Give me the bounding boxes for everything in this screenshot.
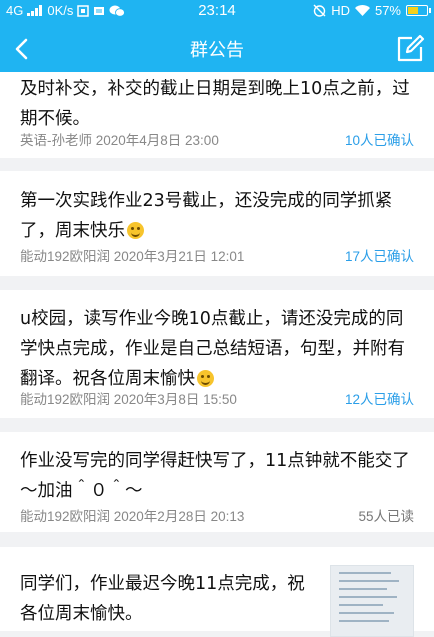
notice-text: 同学们，作业最迟今晚11点完成，祝各位周末愉快。	[20, 574, 305, 624]
grin-emoji-icon	[197, 370, 214, 387]
notice-text-wrap: 第一次实践作业23号截止，还没完成的同学抓紧了，周末快乐	[20, 186, 414, 246]
notice-author-time: 能动192欧阳润 2020年3月8日 15:50	[20, 392, 237, 407]
notice-text: 第一次实践作业23号截止，还没完成的同学抓紧了，周末快乐	[20, 191, 393, 241]
status-bar: 4G 0K/s 23:14 HD 57%	[0, 0, 434, 24]
notice-author-time: 能动192欧阳润 2020年3月21日 12:01	[20, 249, 245, 264]
smile-emoji-icon	[127, 222, 144, 239]
wifi-icon	[354, 5, 370, 16]
notice-text: 作业没写完的同学得赶快写了，11点钟就不能交了～加油＾０＾～	[20, 451, 410, 501]
notice-text-wrap: u校园，读写作业今晚10点截止，请还没完成的同学快点完成，作业是自己总结短语，句…	[20, 304, 414, 394]
alarm-icon	[313, 4, 326, 17]
notice-item[interactable]: 同学们，作业最迟今晚11点完成，祝各位周末愉快。	[0, 547, 434, 637]
notice-item[interactable]: 作业没写完的同学得赶快写了，11点钟就不能交了～加油＾０＾～ 能动192欧阳润 …	[0, 432, 434, 532]
confirm-count[interactable]: 12人已确认	[345, 388, 414, 408]
notice-author-time: 能动192欧阳润 2020年2月28日 20:13	[20, 509, 245, 524]
edit-icon[interactable]	[394, 33, 426, 65]
notice-author-time: 英语-孙老师 2020年4月8日 23:00	[20, 133, 219, 148]
confirm-count[interactable]: 10人已确认	[345, 129, 414, 149]
notice-image-thumbnail[interactable]	[330, 565, 414, 637]
title-bar: 群公告	[0, 24, 434, 72]
read-count[interactable]: 55人已读	[358, 505, 414, 525]
notice-item[interactable]: u校园，读写作业今晚10点截止，请还没完成的同学快点完成，作业是自己总结短语，句…	[0, 290, 434, 418]
hd-label: HD	[331, 3, 350, 18]
notice-item[interactable]: 及时补交，补交的截止日期是到晚上10点之前，过期不候。 英语-孙老师 2020年…	[0, 72, 434, 158]
status-right: HD 57%	[313, 3, 431, 18]
battery-percent: 57%	[374, 3, 401, 18]
battery-icon	[406, 5, 431, 16]
confirm-count[interactable]: 17人已确认	[345, 245, 414, 265]
notice-item[interactable]: 第一次实践作业23号截止，还没完成的同学抓紧了，周末快乐 能动192欧阳润 20…	[0, 171, 434, 276]
notice-text: 及时补交，补交的截止日期是到晚上10点之前，过期不候。	[20, 79, 410, 129]
page-title: 群公告	[190, 40, 244, 60]
